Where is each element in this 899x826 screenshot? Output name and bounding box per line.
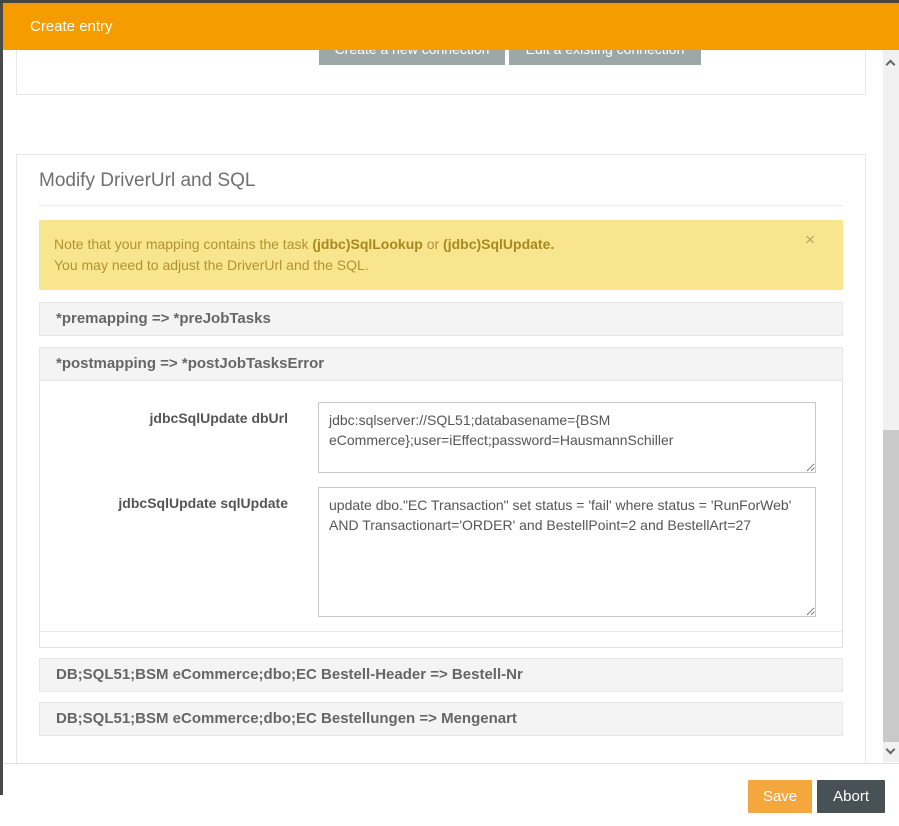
accordion-bestell-header[interactable]: DB;SQL51;BSM eCommerce;dbo;EC Bestell-He… (39, 658, 843, 692)
modal-title: Create entry (30, 18, 113, 35)
alert-text: Note that your mapping contains the task (54, 236, 312, 252)
scroll-up-icon[interactable] (883, 55, 899, 71)
backdrop-top (0, 0, 899, 3)
modify-driverurl-panel: Modify DriverUrl and SQL × Note that you… (16, 154, 866, 763)
panel-title: Modify DriverUrl and SQL (39, 170, 843, 206)
dburl-textarea[interactable]: jdbc:sqlserver://SQL51;databasename={BSM… (318, 402, 816, 473)
modal-body: Create a new connection Edit a existing … (3, 50, 899, 763)
create-entry-modal: Create entry Create a new connection Edi… (3, 3, 899, 826)
accordion-postmapping-body: jdbcSqlUpdate dbUrl jdbc:sqlserver://SQL… (39, 381, 843, 648)
accordion-body-footer (40, 631, 842, 647)
sqlupdate-textarea[interactable]: update dbo."EC Transaction" set status =… (318, 487, 816, 617)
accordion-bestellungen[interactable]: DB;SQL51;BSM eCommerce;dbo;EC Bestellung… (39, 702, 843, 736)
sqlupdate-label: jdbcSqlUpdate sqlUpdate (58, 487, 318, 617)
accordion-premapping[interactable]: *premapping => *preJobTasks (39, 302, 843, 336)
sqlupdate-form-row: jdbcSqlUpdate sqlUpdate update dbo."EC T… (40, 487, 842, 617)
accordion-postmapping[interactable]: *postmapping => *postJobTasksError (39, 347, 843, 381)
alert-bold-sqlupdate: (jdbc)SqlUpdate (443, 236, 550, 252)
scrollbar-thumb[interactable] (883, 430, 899, 742)
alert-line-1: Note that your mapping contains the task… (54, 234, 803, 255)
edit-existing-connection-button[interactable]: Edit a existing connection (509, 50, 701, 65)
close-icon[interactable]: × (805, 231, 815, 248)
alert-bold-sqllookup: (jdbc)SqlLookup (312, 236, 422, 252)
alert-line-2: You may need to adjust the DriverUrl and… (54, 255, 803, 276)
save-button[interactable]: Save (748, 780, 812, 813)
alert-period: . (550, 236, 554, 252)
create-new-connection-button[interactable]: Create a new connection (319, 50, 505, 65)
warning-alert: × Note that your mapping contains the ta… (39, 220, 843, 290)
modal-header: Create entry (3, 3, 899, 50)
alert-text-or: or (423, 236, 443, 252)
connection-panel: Create a new connection Edit a existing … (16, 50, 866, 95)
scroll-down-icon[interactable] (883, 744, 899, 760)
dburl-label: jdbcSqlUpdate dbUrl (58, 402, 318, 473)
abort-button[interactable]: Abort (817, 780, 885, 813)
scrollbar[interactable] (883, 50, 899, 762)
modal-footer: Save Abort (3, 763, 899, 826)
backdrop-left (0, 3, 3, 795)
dburl-form-row: jdbcSqlUpdate dbUrl jdbc:sqlserver://SQL… (40, 402, 842, 473)
